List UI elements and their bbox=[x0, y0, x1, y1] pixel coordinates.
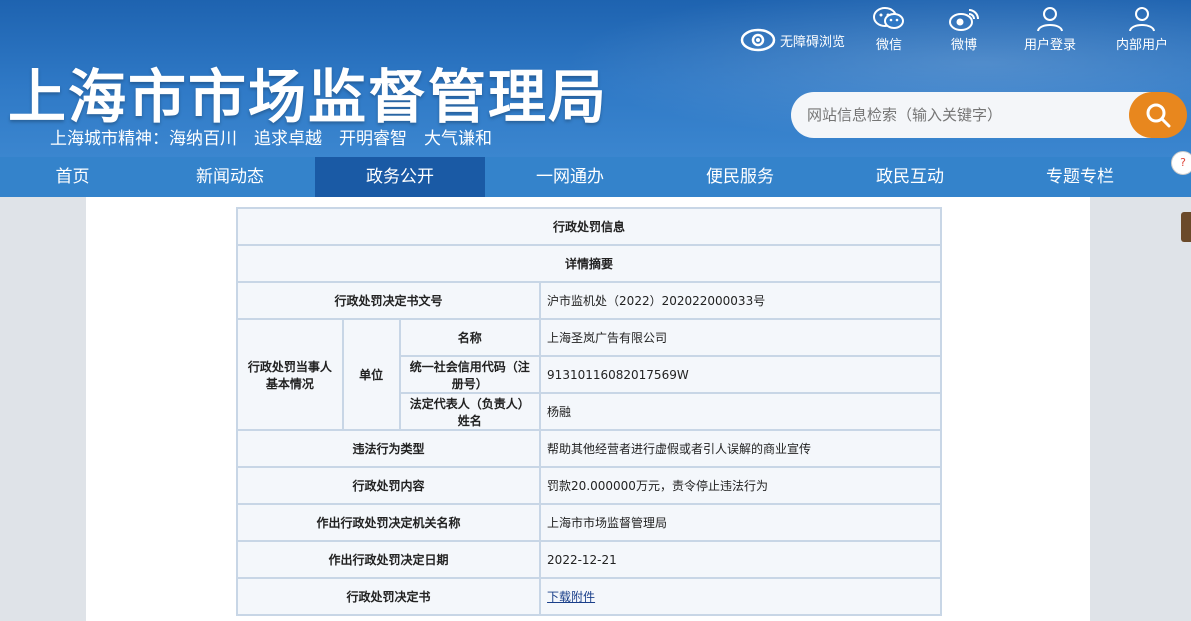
search-icon bbox=[1146, 103, 1171, 128]
internal-user-icon bbox=[1129, 7, 1155, 32]
accessibility-label: 无障碍浏览 bbox=[780, 34, 846, 50]
floating-help-icon[interactable]: ? bbox=[1171, 151, 1191, 175]
nav-news[interactable]: 新闻动态 bbox=[145, 157, 315, 197]
internal-user-link[interactable]: 内部用户 bbox=[1102, 6, 1182, 53]
wechat-icon bbox=[873, 7, 904, 29]
nav-government-affairs[interactable]: 政务公开 bbox=[315, 157, 485, 197]
table-row: 作出行政处罚决定日期 2022-12-21 bbox=[235, 540, 942, 579]
authority-label: 作出行政处罚决定机关名称 bbox=[235, 503, 542, 542]
table-row: 详情摘要 bbox=[236, 244, 942, 283]
table-title: 行政处罚信息 bbox=[236, 207, 942, 246]
decision-doc-label: 行政处罚决定书 bbox=[235, 577, 542, 616]
authority-value: 上海市市场监督管理局 bbox=[539, 503, 942, 542]
name-value: 上海圣岚广告有限公司 bbox=[539, 318, 942, 357]
user-login-label: 用户登录 bbox=[1023, 38, 1076, 53]
table-row: 作出行政处罚决定机关名称 上海市市场监督管理局 bbox=[235, 503, 942, 542]
search-box bbox=[791, 92, 1187, 138]
download-attachment-link[interactable]: 下载附件 bbox=[547, 590, 595, 604]
table-subtitle: 详情摘要 bbox=[236, 244, 942, 283]
nav-interaction[interactable]: 政民互动 bbox=[825, 157, 995, 197]
nav-home[interactable]: 首页 bbox=[0, 157, 145, 197]
table-row: 行政处罚决定书 下载附件 bbox=[235, 577, 942, 616]
decision-date-value: 2022-12-21 bbox=[539, 540, 942, 579]
violation-value: 帮助其他经营者进行虚假或者引人误解的商业宣传 bbox=[539, 429, 942, 468]
main-content: 行政处罚信息 详情摘要 行政处罚决定书文号 沪市监机处（2022）2020220… bbox=[86, 197, 1090, 621]
weibo-label: 微博 bbox=[950, 38, 977, 53]
credit-label: 统一社会信用代码（注册号） bbox=[398, 355, 542, 394]
credit-value: 91310116082017569W bbox=[539, 355, 942, 394]
legal-rep-label: 法定代表人（负责人）姓名 bbox=[398, 392, 542, 431]
search-input[interactable] bbox=[791, 92, 1151, 138]
eye-icon bbox=[740, 28, 776, 52]
table-row: 违法行为类型 帮助其他经营者进行虚假或者引人误解的商业宣传 bbox=[235, 429, 942, 468]
weibo-link[interactable]: 微博 bbox=[924, 6, 1004, 53]
table-row: 行政处罚决定书文号 沪市监机处（2022）202022000033号 bbox=[235, 281, 942, 320]
penalty-info-table: 行政处罚信息 详情摘要 行政处罚决定书文号 沪市监机处（2022）2020220… bbox=[235, 207, 942, 616]
accessibility-link[interactable]: 无障碍浏览 bbox=[740, 28, 845, 52]
wechat-link[interactable]: 微信 bbox=[849, 6, 929, 53]
legal-rep-value: 杨融 bbox=[539, 392, 942, 431]
main-nav: 首页 新闻动态 政务公开 一网通办 便民服务 政民互动 专题专栏 bbox=[0, 157, 1191, 197]
user-login-link[interactable]: 用户登录 bbox=[1010, 6, 1090, 53]
site-title[interactable]: 上海市市场监督管理局 bbox=[8, 50, 608, 134]
name-label: 名称 bbox=[398, 318, 542, 357]
nav-public-service[interactable]: 便民服务 bbox=[655, 157, 825, 197]
penalty-label: 行政处罚内容 bbox=[235, 466, 542, 505]
table-row: 行政处罚内容 罚款20.000000万元，责令停止违法行为 bbox=[235, 466, 942, 505]
internal-user-label: 内部用户 bbox=[1115, 38, 1168, 53]
nav-online-service[interactable]: 一网通办 bbox=[485, 157, 655, 197]
nav-special-topics[interactable]: 专题专栏 bbox=[995, 157, 1165, 197]
violation-label: 违法行为类型 bbox=[235, 429, 542, 468]
floating-side-widget[interactable] bbox=[1181, 212, 1191, 242]
table-row: 行政处罚信息 bbox=[236, 207, 942, 246]
doc-no-label: 行政处罚决定书文号 bbox=[235, 281, 542, 320]
decision-doc-cell: 下载附件 bbox=[539, 577, 942, 616]
table-row: 行政处罚当事人基本情况 单位 名称 上海圣岚广告有限公司 bbox=[236, 318, 942, 431]
decision-date-label: 作出行政处罚决定日期 bbox=[235, 540, 542, 579]
penalty-value: 罚款20.000000万元，责令停止违法行为 bbox=[539, 466, 942, 505]
city-spirit-slogan: 上海城市精神：海纳百川 追求卓越 开明睿智 大气谦和 bbox=[50, 129, 492, 149]
user-login-icon bbox=[1037, 7, 1063, 32]
unit-label: 单位 bbox=[341, 318, 401, 431]
weibo-icon bbox=[949, 9, 979, 31]
search-button[interactable] bbox=[1129, 92, 1187, 138]
doc-no-value: 沪市监机处（2022）202022000033号 bbox=[539, 281, 942, 320]
wechat-label: 微信 bbox=[875, 38, 902, 53]
site-header: 上海市市场监督管理局 上海城市精神：海纳百川 追求卓越 开明睿智 大气谦和 无障… bbox=[0, 0, 1191, 157]
party-label: 行政处罚当事人基本情况 bbox=[236, 318, 344, 431]
